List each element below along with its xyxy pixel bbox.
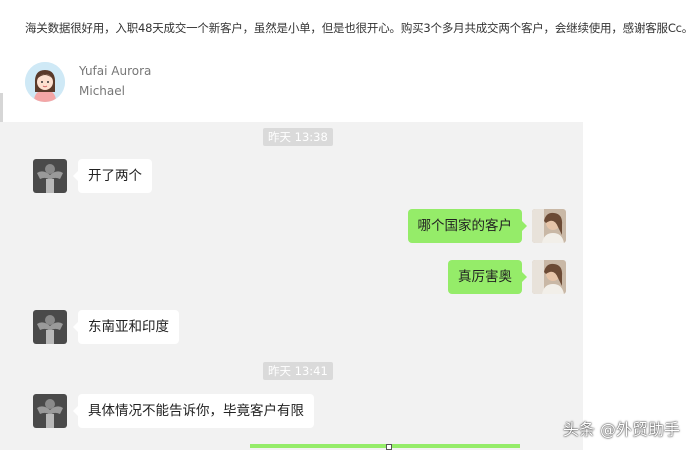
partial-outgoing-bubble: [250, 444, 520, 448]
reviewer-avatar: [25, 62, 65, 102]
reviewer-profile: Yufai Aurora Michael: [25, 62, 325, 108]
contact-avatar: [33, 159, 67, 193]
timestamp: 昨天 13:41: [263, 362, 333, 380]
chat-message-incoming: 开了两个: [73, 159, 152, 193]
contact-avatar: [33, 310, 67, 344]
chat-message-outgoing: 真厉害奥: [448, 260, 527, 294]
chat-message-incoming: 东南亚和印度: [73, 310, 179, 344]
user-avatar: [532, 209, 566, 243]
resize-handle: [386, 444, 392, 450]
reviewer-name: Yufai Aurora: [79, 64, 152, 78]
reviewer-subtitle: Michael: [79, 84, 125, 98]
timestamp: 昨天 13:38: [263, 128, 333, 146]
review-text: 海关数据很好用，入职48天成交一个新客户，虽然是小单，但是也很开心。购买3个多月…: [25, 21, 692, 35]
contact-avatar: [33, 394, 67, 428]
chat-screenshot: 昨天 13:38 开了两个 哪个国家的客户 真厉害奥 东南亚和印度 昨天 13:…: [0, 122, 583, 450]
watermark: 头条 @外贸助手: [562, 420, 680, 439]
chat-message-incoming: 具体情况不能告诉你，毕竟客户有限: [73, 394, 314, 428]
user-avatar: [532, 260, 566, 294]
chat-message-outgoing: 哪个国家的客户: [407, 209, 527, 243]
